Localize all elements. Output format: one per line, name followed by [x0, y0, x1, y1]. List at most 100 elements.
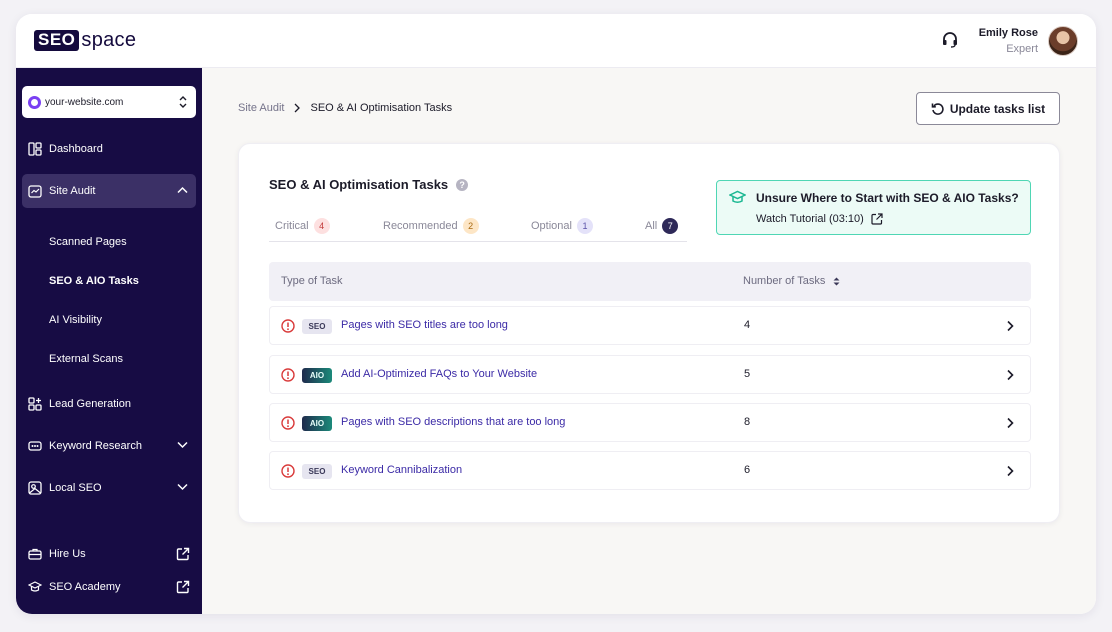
chevron-down-icon: [177, 441, 188, 449]
headset-icon[interactable]: [940, 30, 960, 50]
sidebar-item-site-audit[interactable]: Site Audit: [22, 174, 196, 208]
tab-recommended[interactable]: Recommended 2: [383, 218, 479, 234]
dashboard-icon: [28, 142, 42, 156]
sidebar-item-label: Hire Us: [49, 548, 86, 560]
logo-mark: SEO: [34, 30, 80, 51]
sidebar-item-dashboard[interactable]: Dashboard: [22, 132, 196, 166]
tab-optional[interactable]: Optional 1: [531, 218, 593, 234]
tab-critical[interactable]: Critical 4: [275, 218, 330, 234]
task-title[interactable]: Pages with SEO titles are too long: [341, 319, 508, 331]
watch-tutorial-link[interactable]: Watch Tutorial (03:10): [756, 213, 883, 225]
task-filter-tabs: Critical 4 Recommended 2 Optional 1 All …: [269, 218, 687, 242]
graduation-cap-icon: [28, 581, 42, 592]
task-tag: SEO: [302, 464, 332, 479]
help-icon[interactable]: ?: [456, 178, 469, 191]
count-badge: 1: [576, 218, 593, 234]
external-link-icon: [176, 580, 190, 594]
top-bar: SEO space Emily Rose Expert: [16, 14, 1096, 68]
sidebar-item-label: SEO Academy: [49, 581, 121, 593]
update-tasks-label: Update tasks list: [949, 101, 1046, 116]
sidebar-item-local-seo[interactable]: Local SEO: [22, 471, 196, 505]
user-avatar[interactable]: [1048, 26, 1078, 56]
sidebar-item-label: Local SEO: [49, 482, 102, 494]
sidebar-subitem-ai-visibility[interactable]: AI Visibility: [49, 314, 102, 326]
table-row[interactable]: AIO Pages with SEO descriptions that are…: [269, 403, 1031, 442]
sidebar-subitem-external-scans[interactable]: External Scans: [49, 353, 123, 365]
task-count: 4: [744, 319, 751, 331]
keyword-research-icon: [28, 441, 42, 451]
chevron-right-icon[interactable]: [1006, 417, 1014, 429]
sidebar-subitem-scanned-pages[interactable]: Scanned Pages: [49, 236, 127, 248]
table-row[interactable]: AIO Add AI-Optimized FAQs to Your Websit…: [269, 355, 1031, 394]
task-title[interactable]: Pages with SEO descriptions that are too…: [341, 416, 565, 428]
chevron-right-icon[interactable]: [1006, 465, 1014, 477]
table-row[interactable]: SEO Pages with SEO titles are too long 4: [269, 306, 1031, 345]
logo-text: space: [81, 29, 137, 51]
tutorial-banner-title: Unsure Where to Start with SEO & AIO Tas…: [756, 191, 1019, 205]
column-header-count-label: Number of Tasks: [743, 275, 826, 287]
sidebar-item-lead-generation[interactable]: Lead Generation: [22, 387, 196, 421]
column-header-type: Type of Task: [281, 275, 343, 287]
watch-tutorial-label: Watch Tutorial (03:10): [756, 213, 864, 225]
chevron-right-icon[interactable]: [1006, 369, 1014, 381]
task-count: 6: [744, 464, 751, 476]
chevron-up-down-icon: [179, 96, 187, 108]
site-logo-icon: [28, 95, 41, 109]
task-tag: AIO: [302, 368, 332, 383]
breadcrumb: Site Audit SEO & AI Optimisation Tasks: [238, 102, 452, 114]
sidebar-item-label: Keyword Research: [49, 440, 142, 452]
map-pin-icon: [28, 481, 42, 495]
site-audit-icon: [28, 185, 42, 198]
alert-circle-icon: [281, 319, 295, 333]
seo-space-logo[interactable]: SEO space: [34, 29, 136, 52]
table-header: Type of Task Number of Tasks: [269, 262, 1031, 301]
sidebar-item-label: Dashboard: [49, 143, 103, 155]
alert-circle-icon: [281, 416, 295, 430]
tab-label: All: [645, 220, 658, 232]
count-badge: 4: [313, 218, 330, 234]
chevron-right-icon: [295, 103, 301, 113]
sort-icon: [833, 277, 840, 285]
chevron-up-icon: [177, 186, 188, 194]
update-tasks-button[interactable]: Update tasks list: [916, 92, 1060, 125]
sidebar-item-label: Lead Generation: [49, 398, 131, 410]
card-title-text: SEO & AI Optimisation Tasks: [269, 177, 449, 192]
chevron-down-icon: [177, 483, 188, 491]
count-badge: 7: [662, 218, 679, 234]
task-title[interactable]: Keyword Cannibalization: [341, 464, 462, 476]
sidebar-item-label: Site Audit: [49, 185, 96, 197]
tab-label: Critical: [275, 220, 309, 232]
user-name: Emily Rose: [978, 27, 1038, 39]
tab-all[interactable]: All 7: [645, 218, 679, 234]
graduation-cap-icon: [729, 190, 746, 203]
task-tag: AIO: [302, 416, 332, 431]
app-window: SEO space Emily Rose Expert your-website…: [16, 14, 1096, 614]
sidebar-item-hire-us[interactable]: Hire Us: [22, 537, 196, 571]
user-role: Expert: [1006, 43, 1038, 55]
main-content: Site Audit SEO & AI Optimisation Tasks U…: [202, 68, 1096, 614]
breadcrumb-parent[interactable]: Site Audit: [238, 102, 284, 114]
sidebar: your-website.com Dashboard Site Audit Sc…: [16, 68, 202, 614]
site-selector-value: your-website.com: [45, 96, 124, 108]
external-link-icon: [871, 213, 883, 225]
count-badge: 2: [462, 218, 479, 234]
table-row[interactable]: SEO Keyword Cannibalization 6: [269, 451, 1031, 490]
tutorial-banner[interactable]: Unsure Where to Start with SEO & AIO Tas…: [716, 180, 1031, 235]
sidebar-item-keyword-research[interactable]: Keyword Research: [22, 429, 196, 463]
sidebar-subitem-seo-aio-tasks[interactable]: SEO & AIO Tasks: [49, 275, 139, 287]
task-tag: SEO: [302, 319, 332, 334]
sidebar-item-seo-academy[interactable]: SEO Academy: [22, 570, 196, 604]
site-selector[interactable]: your-website.com: [22, 86, 196, 118]
tab-label: Optional: [531, 220, 572, 232]
refresh-icon: [931, 103, 944, 115]
tab-label: Recommended: [383, 220, 458, 232]
alert-circle-icon: [281, 368, 295, 382]
lead-generation-icon: [28, 397, 42, 411]
tasks-card: SEO & AI Optimisation Tasks ? Critical 4…: [238, 143, 1060, 523]
column-header-count[interactable]: Number of Tasks: [743, 275, 840, 287]
task-count: 8: [744, 416, 751, 428]
card-title: SEO & AI Optimisation Tasks ?: [269, 177, 469, 192]
task-count: 5: [744, 368, 751, 380]
chevron-right-icon[interactable]: [1006, 320, 1014, 332]
task-title[interactable]: Add AI-Optimized FAQs to Your Website: [341, 368, 537, 380]
